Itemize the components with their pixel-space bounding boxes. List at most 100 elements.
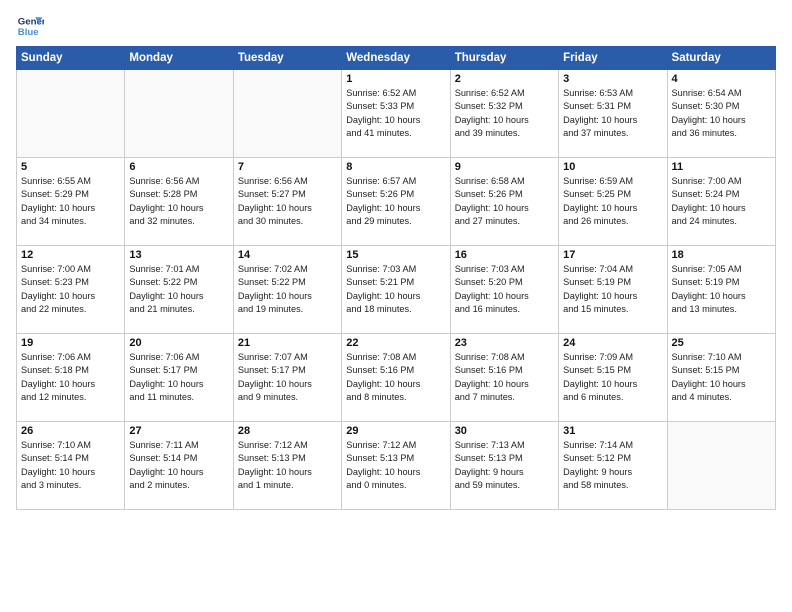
calendar-week-3: 12 Sunrise: 7:00 AM Sunset: 5:23 PM Dayli…: [17, 246, 776, 334]
calendar-cell: 18Sunrise: 7:05 AM Sunset: 5:19 PM Dayli…: [667, 246, 775, 334]
day-number: 2: [455, 73, 554, 85]
col-header-friday: Friday: [559, 47, 667, 70]
day-info: Sunrise: 6:52 AM Sunset: 5:33 PM Dayligh…: [346, 87, 445, 140]
calendar-cell: 23Sunrise: 7:08 AM Sunset: 5:16 PM Dayli…: [450, 334, 558, 422]
day-info: Sunrise: 6:56 AM Sunset: 5:28 PM Dayligh…: [129, 175, 228, 228]
calendar-cell: 10 Sunrise: 6:59 AM Sunset: 5:25 PM Dayli…: [559, 158, 667, 246]
day-number: 19: [21, 337, 120, 349]
calendar-cell: 27Sunrise: 7:11 AM Sunset: 5:14 PM Dayli…: [125, 422, 233, 510]
day-number: 27: [129, 425, 228, 437]
day-number: 28: [238, 425, 337, 437]
day-info: Sunrise: 7:03 AM Sunset: 5:20 PM Dayligh…: [455, 263, 554, 316]
day-number: 23: [455, 337, 554, 349]
day-number: 15: [346, 249, 445, 261]
calendar-cell: 21 Sunrise: 7:07 AM Sunset: 5:17 PM Dayli…: [233, 334, 341, 422]
day-info: Sunrise: 7:12 AM Sunset: 5:13 PM Dayligh…: [238, 439, 337, 492]
day-info: Sunrise: 6:56 AM Sunset: 5:27 PM Dayligh…: [238, 175, 337, 228]
day-info: Sunrise: 7:14 AM Sunset: 5:12 PM Dayligh…: [563, 439, 662, 492]
day-number: 13: [129, 249, 228, 261]
calendar: SundayMondayTuesdayWednesdayThursdayFrid…: [16, 46, 776, 510]
header: General Blue: [16, 12, 776, 40]
calendar-cell: 25 Sunrise: 7:10 AM Sunset: 5:15 PM Dayli…: [667, 334, 775, 422]
day-info: Sunrise: 7:02 AM Sunset: 5:22 PM Dayligh…: [238, 263, 337, 316]
day-info: Sunrise: 7:04 AM Sunset: 5:19 PM Dayligh…: [563, 263, 662, 316]
day-number: 30: [455, 425, 554, 437]
calendar-week-5: 26Sunrise: 7:10 AM Sunset: 5:14 PM Dayli…: [17, 422, 776, 510]
day-info: Sunrise: 6:59 AM Sunset: 5:25 PM Dayligh…: [563, 175, 662, 228]
col-header-wednesday: Wednesday: [342, 47, 450, 70]
calendar-cell: [125, 70, 233, 158]
day-info: Sunrise: 6:54 AM Sunset: 5:30 PM Dayligh…: [672, 87, 771, 140]
day-info: Sunrise: 6:55 AM Sunset: 5:29 PM Dayligh…: [21, 175, 120, 228]
day-number: 1: [346, 73, 445, 85]
col-header-sunday: Sunday: [17, 47, 125, 70]
logo-icon: General Blue: [16, 12, 44, 40]
col-header-tuesday: Tuesday: [233, 47, 341, 70]
page: General Blue SundayMondayTuesdayWednesda…: [0, 0, 792, 612]
logo: General Blue: [16, 12, 44, 40]
day-info: Sunrise: 7:00 AM Sunset: 5:24 PM Dayligh…: [672, 175, 771, 228]
calendar-header-row: SundayMondayTuesdayWednesdayThursdayFrid…: [17, 47, 776, 70]
calendar-cell: 14 Sunrise: 7:02 AM Sunset: 5:22 PM Dayli…: [233, 246, 341, 334]
calendar-cell: 3 Sunrise: 6:53 AM Sunset: 5:31 PM Daylig…: [559, 70, 667, 158]
day-info: Sunrise: 7:10 AM Sunset: 5:15 PM Dayligh…: [672, 351, 771, 404]
day-number: 22: [346, 337, 445, 349]
day-number: 29: [346, 425, 445, 437]
calendar-cell: 1 Sunrise: 6:52 AM Sunset: 5:33 PM Daylig…: [342, 70, 450, 158]
calendar-week-2: 5 Sunrise: 6:55 AM Sunset: 5:29 PM Daylig…: [17, 158, 776, 246]
calendar-cell: 28 Sunrise: 7:12 AM Sunset: 5:13 PM Dayli…: [233, 422, 341, 510]
calendar-cell: 15 Sunrise: 7:03 AM Sunset: 5:21 PM Dayli…: [342, 246, 450, 334]
day-number: 21: [238, 337, 337, 349]
svg-text:Blue: Blue: [18, 27, 39, 38]
day-number: 3: [563, 73, 662, 85]
col-header-monday: Monday: [125, 47, 233, 70]
day-info: Sunrise: 7:00 AM Sunset: 5:23 PM Dayligh…: [21, 263, 120, 316]
day-info: Sunrise: 6:58 AM Sunset: 5:26 PM Dayligh…: [455, 175, 554, 228]
day-number: 24: [563, 337, 662, 349]
calendar-cell: 9 Sunrise: 6:58 AM Sunset: 5:26 PM Daylig…: [450, 158, 558, 246]
day-info: Sunrise: 7:01 AM Sunset: 5:22 PM Dayligh…: [129, 263, 228, 316]
calendar-cell: 19 Sunrise: 7:06 AM Sunset: 5:18 PM Dayli…: [17, 334, 125, 422]
day-info: Sunrise: 7:06 AM Sunset: 5:18 PM Dayligh…: [21, 351, 120, 404]
calendar-cell: 6Sunrise: 6:56 AM Sunset: 5:28 PM Daylig…: [125, 158, 233, 246]
day-number: 17: [563, 249, 662, 261]
calendar-cell: 12 Sunrise: 7:00 AM Sunset: 5:23 PM Dayli…: [17, 246, 125, 334]
calendar-cell: [667, 422, 775, 510]
day-number: 16: [455, 249, 554, 261]
day-number: 26: [21, 425, 120, 437]
day-number: 20: [129, 337, 228, 349]
calendar-cell: 30 Sunrise: 7:13 AM Sunset: 5:13 PM Dayli…: [450, 422, 558, 510]
calendar-cell: 22 Sunrise: 7:08 AM Sunset: 5:16 PM Dayli…: [342, 334, 450, 422]
day-number: 18: [672, 249, 771, 261]
col-header-saturday: Saturday: [667, 47, 775, 70]
calendar-cell: 31Sunrise: 7:14 AM Sunset: 5:12 PM Dayli…: [559, 422, 667, 510]
calendar-cell: 24 Sunrise: 7:09 AM Sunset: 5:15 PM Dayli…: [559, 334, 667, 422]
calendar-week-1: 1 Sunrise: 6:52 AM Sunset: 5:33 PM Daylig…: [17, 70, 776, 158]
calendar-cell: 2 Sunrise: 6:52 AM Sunset: 5:32 PM Daylig…: [450, 70, 558, 158]
calendar-cell: 11 Sunrise: 7:00 AM Sunset: 5:24 PM Dayli…: [667, 158, 775, 246]
calendar-cell: [17, 70, 125, 158]
calendar-cell: [233, 70, 341, 158]
day-number: 12: [21, 249, 120, 261]
day-number: 11: [672, 161, 771, 173]
day-number: 9: [455, 161, 554, 173]
day-info: Sunrise: 7:08 AM Sunset: 5:16 PM Dayligh…: [346, 351, 445, 404]
day-info: Sunrise: 6:52 AM Sunset: 5:32 PM Dayligh…: [455, 87, 554, 140]
calendar-cell: 17 Sunrise: 7:04 AM Sunset: 5:19 PM Dayli…: [559, 246, 667, 334]
day-number: 14: [238, 249, 337, 261]
day-number: 5: [21, 161, 120, 173]
day-number: 25: [672, 337, 771, 349]
calendar-cell: 29 Sunrise: 7:12 AM Sunset: 5:13 PM Dayli…: [342, 422, 450, 510]
day-info: Sunrise: 7:07 AM Sunset: 5:17 PM Dayligh…: [238, 351, 337, 404]
day-info: Sunrise: 7:03 AM Sunset: 5:21 PM Dayligh…: [346, 263, 445, 316]
day-number: 7: [238, 161, 337, 173]
calendar-cell: 13 Sunrise: 7:01 AM Sunset: 5:22 PM Dayli…: [125, 246, 233, 334]
col-header-thursday: Thursday: [450, 47, 558, 70]
day-info: Sunrise: 7:09 AM Sunset: 5:15 PM Dayligh…: [563, 351, 662, 404]
day-number: 10: [563, 161, 662, 173]
day-info: Sunrise: 7:13 AM Sunset: 5:13 PM Dayligh…: [455, 439, 554, 492]
calendar-week-4: 19 Sunrise: 7:06 AM Sunset: 5:18 PM Dayli…: [17, 334, 776, 422]
day-info: Sunrise: 7:12 AM Sunset: 5:13 PM Dayligh…: [346, 439, 445, 492]
day-info: Sunrise: 6:53 AM Sunset: 5:31 PM Dayligh…: [563, 87, 662, 140]
calendar-cell: 5 Sunrise: 6:55 AM Sunset: 5:29 PM Daylig…: [17, 158, 125, 246]
